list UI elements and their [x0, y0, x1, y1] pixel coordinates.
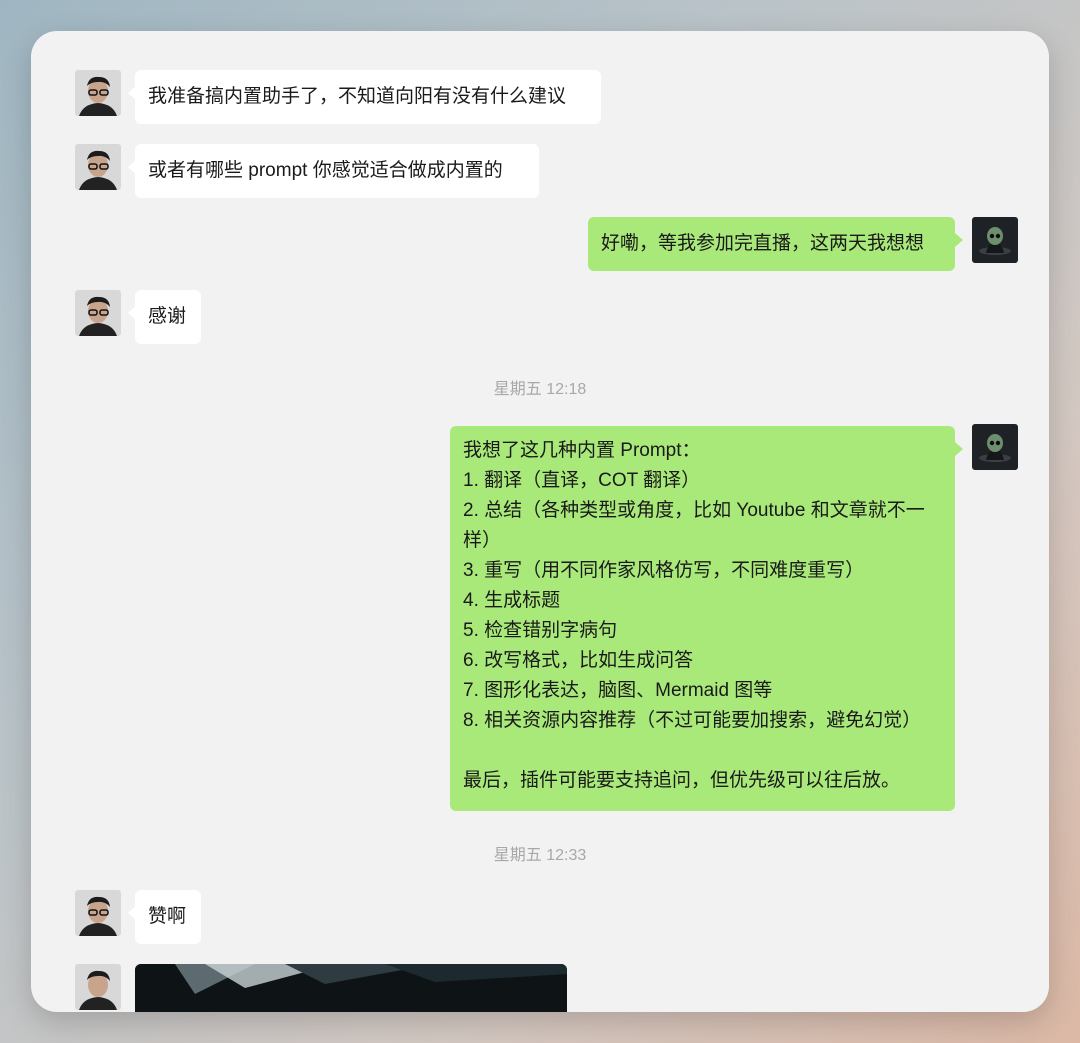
contact-avatar[interactable] [75, 890, 121, 936]
message-line: 5. 检查错别字病句 [463, 620, 618, 641]
message-text: 赞啊 [148, 906, 187, 927]
message-bubble-incoming[interactable]: 或者有哪些 prompt 你感觉适合做成内置的 [135, 144, 539, 198]
message-line: 4. 生成标题 [463, 590, 561, 611]
message-bubble-incoming[interactable]: 我准备搞内置助手了，不知道向阳有没有什么建议 [135, 70, 601, 124]
message-line: 2. 总结（各种类型或角度，比如 Youtube 和文章就不一 [463, 500, 925, 521]
message-text: 我准备搞内置助手了，不知道向阳有没有什么建议 [148, 86, 567, 107]
message-bubble-outgoing[interactable]: 好嘞，等我参加完直播，这两天我想想 [588, 217, 955, 271]
message-line: 我想了这几种内置 Prompt： [463, 440, 701, 461]
message-line: 1. 翻译（直译，COT 翻译） [463, 470, 701, 491]
contact-avatar[interactable] [75, 290, 121, 336]
message-text: 感谢 [148, 306, 187, 327]
message-line: 8. 相关资源内容推荐（不过可能要加搜索，避免幻觉） [463, 710, 922, 731]
self-avatar[interactable] [972, 217, 1018, 263]
bubble-tail [955, 233, 963, 247]
message-line: 最后，插件可能要支持追问，但优先级可以往后放。 [463, 770, 901, 791]
contact-avatar[interactable] [75, 70, 121, 116]
timestamp: 星期五 12:33 [493, 847, 587, 864]
message-line [463, 736, 942, 766]
image-message[interactable] [135, 964, 567, 1012]
message-text: 好嘞，等我参加完直播，这两天我想想 [601, 233, 925, 254]
chat-window: 我准备搞内置助手了，不知道向阳有没有什么建议 或者有哪些 prompt 你感觉适… [31, 31, 1049, 1012]
message-bubble-incoming[interactable]: 感谢 [135, 290, 201, 344]
message-line: 6. 改写格式，比如生成问答 [463, 650, 694, 671]
message-bubble-incoming[interactable]: 赞啊 [135, 890, 201, 944]
message-text: 或者有哪些 prompt 你感觉适合做成内置的 [148, 160, 503, 181]
message-bubble-outgoing[interactable]: 我想了这几种内置 Prompt： 1. 翻译（直译，COT 翻译） 2. 总结（… [450, 426, 955, 811]
image-thumbnail [135, 964, 567, 1012]
message-line: 3. 重写（用不同作家风格仿写，不同难度重写） [463, 560, 865, 581]
bubble-tail [955, 442, 963, 456]
contact-avatar[interactable] [75, 144, 121, 190]
contact-avatar[interactable] [75, 964, 121, 1010]
timestamp: 星期五 12:18 [493, 381, 587, 398]
message-line: 7. 图形化表达，脑图、Mermaid 图等 [463, 680, 773, 701]
self-avatar[interactable] [972, 424, 1018, 470]
message-line: 样） [463, 530, 502, 551]
